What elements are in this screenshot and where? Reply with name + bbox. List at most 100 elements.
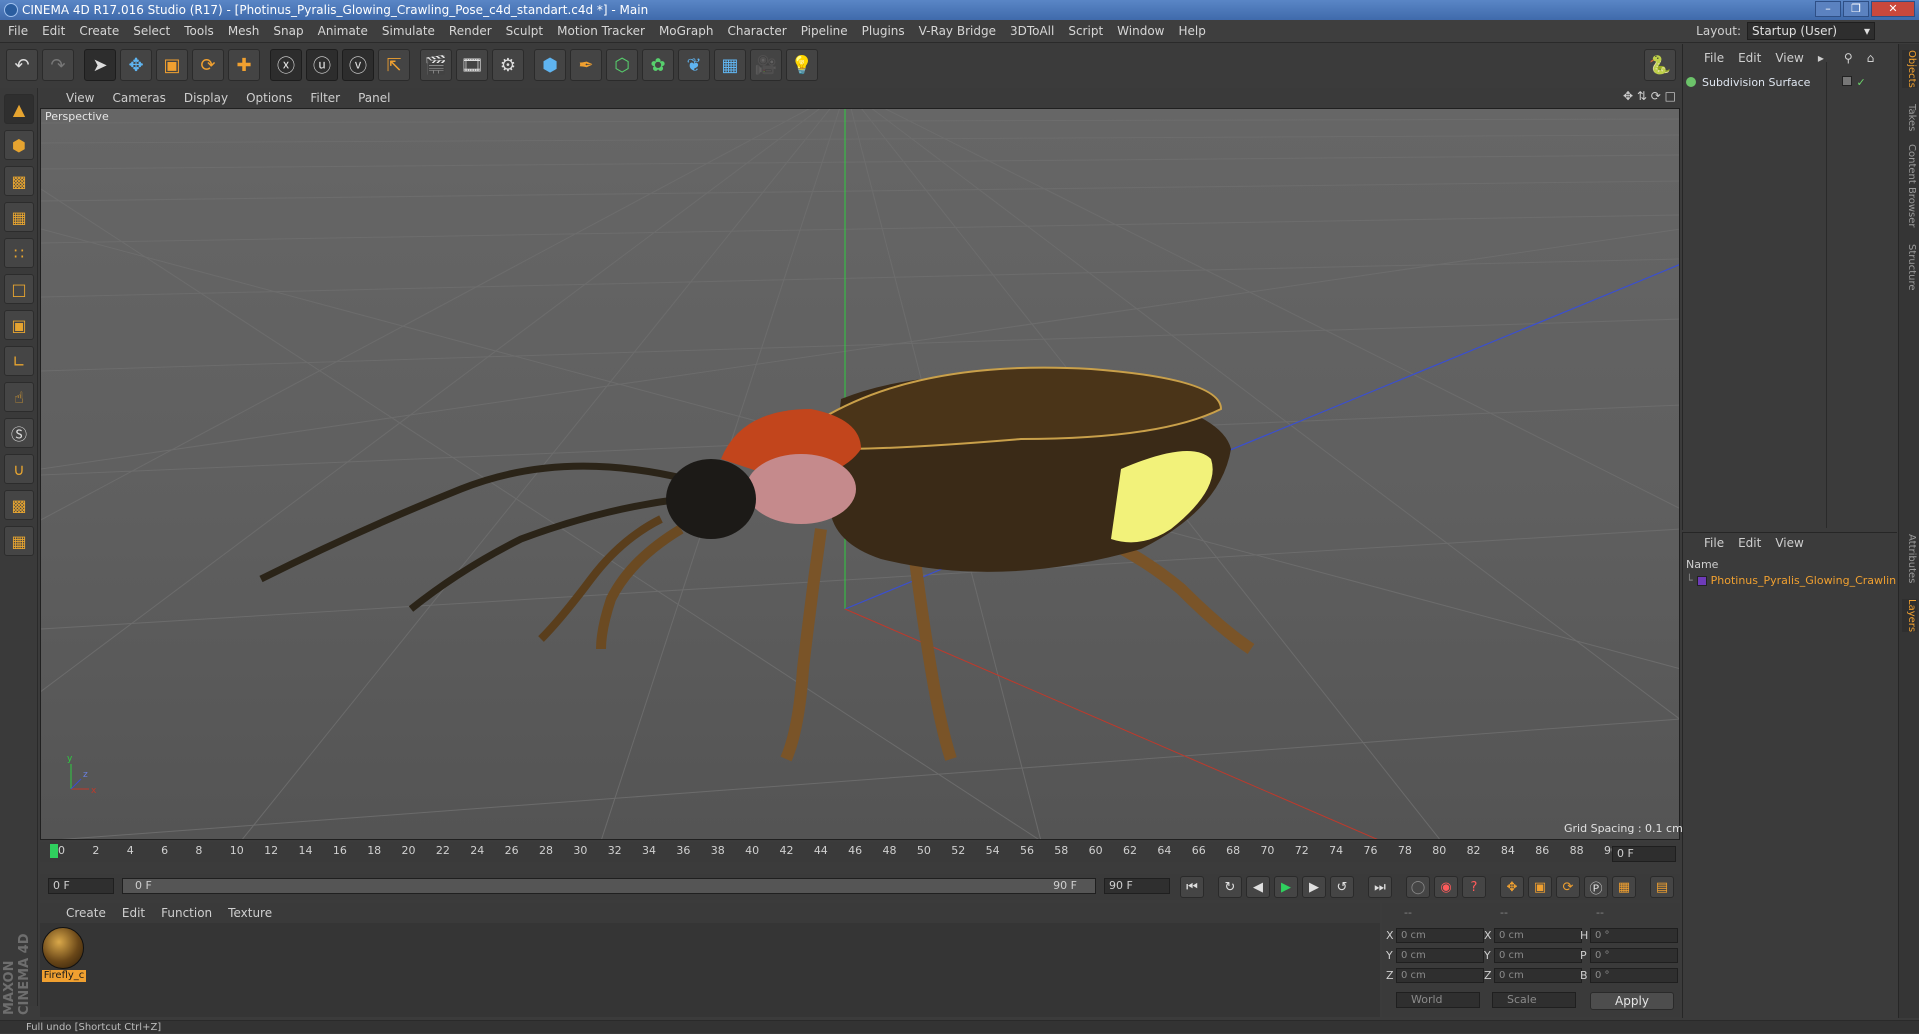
render-picture-viewer-icon[interactable]: 🎞 [456,49,488,81]
menu-mesh[interactable]: Mesh [228,24,260,38]
key-parameter-icon[interactable]: Ⓟ [1584,876,1608,898]
coord-rot-h-field[interactable]: 0 ° [1590,928,1678,943]
coord-pos-z-field[interactable]: 0 cm [1396,968,1484,983]
workplane-mode-icon[interactable]: ▦ [4,202,34,232]
menu-window[interactable]: Window [1117,24,1164,38]
start-frame-field[interactable]: 0 F [48,878,114,894]
perspective-viewport[interactable]: y x z [40,108,1680,840]
tab-attributes[interactable]: Attributes [1902,534,1917,583]
points-mode-icon[interactable]: ∷ [4,238,34,268]
go-to-end-icon[interactable]: ⏭ [1368,876,1392,898]
recent-tool-icon[interactable]: ✚ [228,49,260,81]
menu-snap[interactable]: Snap [273,24,303,38]
viewport-menu-display[interactable]: Display [184,91,228,105]
home-icon[interactable]: ⌂ [1867,51,1875,65]
camera-icon[interactable]: 🎥 [750,49,782,81]
menu-sculpt[interactable]: Sculpt [506,24,543,38]
model-mode-icon[interactable]: ⬢ [4,130,34,160]
menu-create[interactable]: Create [79,24,119,38]
coordinate-system-icon[interactable]: ⇱ [378,49,410,81]
y-axis-lock-icon[interactable]: ⓤ [306,49,338,81]
x-axis-lock-icon[interactable]: ⓧ [270,49,302,81]
object-enabled-check-icon[interactable]: ✓ [1856,76,1865,89]
object-menu-view[interactable]: View [1775,51,1803,65]
play-icon[interactable]: ▶ [1274,876,1298,898]
coord-rot-p-field[interactable]: 0 ° [1590,948,1678,963]
layer-color-swatch[interactable] [1696,575,1707,586]
menu-tools[interactable]: Tools [184,24,214,38]
cube-icon[interactable]: ⬢ [534,49,566,81]
menu-mograph[interactable]: MoGraph [659,24,714,38]
viewport-menu-panel[interactable]: Panel [358,91,390,105]
key-rotation-icon[interactable]: ⟳ [1556,876,1580,898]
python-icon[interactable]: 🐍 [1644,49,1676,81]
light-icon[interactable]: 💡 [786,49,818,81]
tweak-mode-icon[interactable]: ☝ [4,382,34,412]
timeline-ruler[interactable]: 0 2 4 6 8 10 12 14 16 18 20 22 24 26 28 30 32 34 36 38 40 42 4… [40,842,1680,862]
redo-icon[interactable]: ↷ [42,49,74,81]
viewport-menu-cameras[interactable]: Cameras [112,91,165,105]
search-icon[interactable]: ⚲ [1844,51,1853,65]
viewport-menu-filter[interactable]: Filter [310,91,340,105]
workplane-lock-icon[interactable]: ▩ [4,490,34,520]
close-button[interactable]: ✕ [1871,1,1915,17]
range-slider[interactable]: 0 F 90 F [122,878,1096,894]
autokey-icon[interactable]: ◉ [1434,876,1458,898]
coord-rot-b-field[interactable]: 0 ° [1590,968,1678,983]
texture-mode-icon[interactable]: ▩ [4,166,34,196]
render-settings-icon[interactable]: ⚙ [492,49,524,81]
menu-edit[interactable]: Edit [42,24,65,38]
prev-frame-icon[interactable]: ◀ [1246,876,1270,898]
apply-button[interactable]: Apply [1590,992,1674,1010]
next-key-icon[interactable]: ↺ [1330,876,1354,898]
object-menu-edit[interactable]: Edit [1738,51,1761,65]
menu-script[interactable]: Script [1068,24,1103,38]
rotate-icon[interactable]: ⟳ [192,49,224,81]
key-position-icon[interactable]: ✥ [1500,876,1524,898]
coord-size-z-field[interactable]: 0 cm [1494,968,1582,983]
current-frame-field[interactable]: 0 F [1612,846,1676,862]
menu-plugins[interactable]: Plugins [862,24,905,38]
layer-row[interactable]: └ Photinus_Pyralis_Glowing_Crawlin [1686,574,1896,587]
subdivision-icon[interactable]: ⬡ [606,49,638,81]
timeline-window-icon[interactable]: ▤ [1650,876,1674,898]
coord-size-x-field[interactable]: 0 cm [1494,928,1582,943]
tab-takes[interactable]: Takes [1902,104,1917,131]
tab-content-browser[interactable]: Content Browser [1902,144,1917,227]
menu-motion-tracker[interactable]: Motion Tracker [557,24,645,38]
layer-menu-view[interactable]: View [1775,536,1803,550]
layer-menu-file[interactable]: File [1704,536,1724,550]
coord-pos-x-field[interactable]: 0 cm [1396,928,1484,943]
next-frame-icon[interactable]: ▶ [1302,876,1326,898]
coord-system-dropdown[interactable]: World [1396,992,1480,1008]
object-menu-file[interactable]: File [1704,51,1724,65]
material-thumbnail[interactable]: Firefly_c [42,927,86,983]
viewport-menu-options[interactable]: Options [246,91,292,105]
object-tag-icon[interactable] [1842,75,1853,86]
floor-icon[interactable]: ▦ [714,49,746,81]
coord-mode-dropdown[interactable]: Scale [1492,992,1576,1008]
material-menu-edit[interactable]: Edit [122,906,145,920]
viewport-menu-view[interactable]: View [66,91,94,105]
menu-select[interactable]: Select [133,24,170,38]
go-to-start-icon[interactable]: ⏮ [1180,876,1204,898]
material-menu-create[interactable]: Create [66,906,106,920]
edges-mode-icon[interactable]: □ [4,274,34,304]
make-editable-icon[interactable]: ▲ [4,94,34,124]
pen-icon[interactable]: ✒ [570,49,602,81]
menu-help[interactable]: Help [1178,24,1205,38]
object-row[interactable]: Subdivision Surface ✓ [1686,74,1891,90]
playhead-marker[interactable] [50,844,58,858]
scale-icon[interactable]: ▣ [156,49,188,81]
keyframe-selection-icon[interactable]: ? [1462,876,1486,898]
key-scale-icon[interactable]: ▣ [1528,876,1552,898]
menu-file[interactable]: File [8,24,28,38]
menu-character[interactable]: Character [727,24,786,38]
tab-structure[interactable]: Structure [1902,244,1917,291]
snap-icon[interactable]: Ⓢ [4,418,34,448]
magnet-icon[interactable]: ∪ [4,454,34,484]
deformer-icon[interactable]: ❦ [678,49,710,81]
tab-layers[interactable]: Layers [1902,599,1917,633]
menu-render[interactable]: Render [449,24,492,38]
menu-animate[interactable]: Animate [318,24,368,38]
